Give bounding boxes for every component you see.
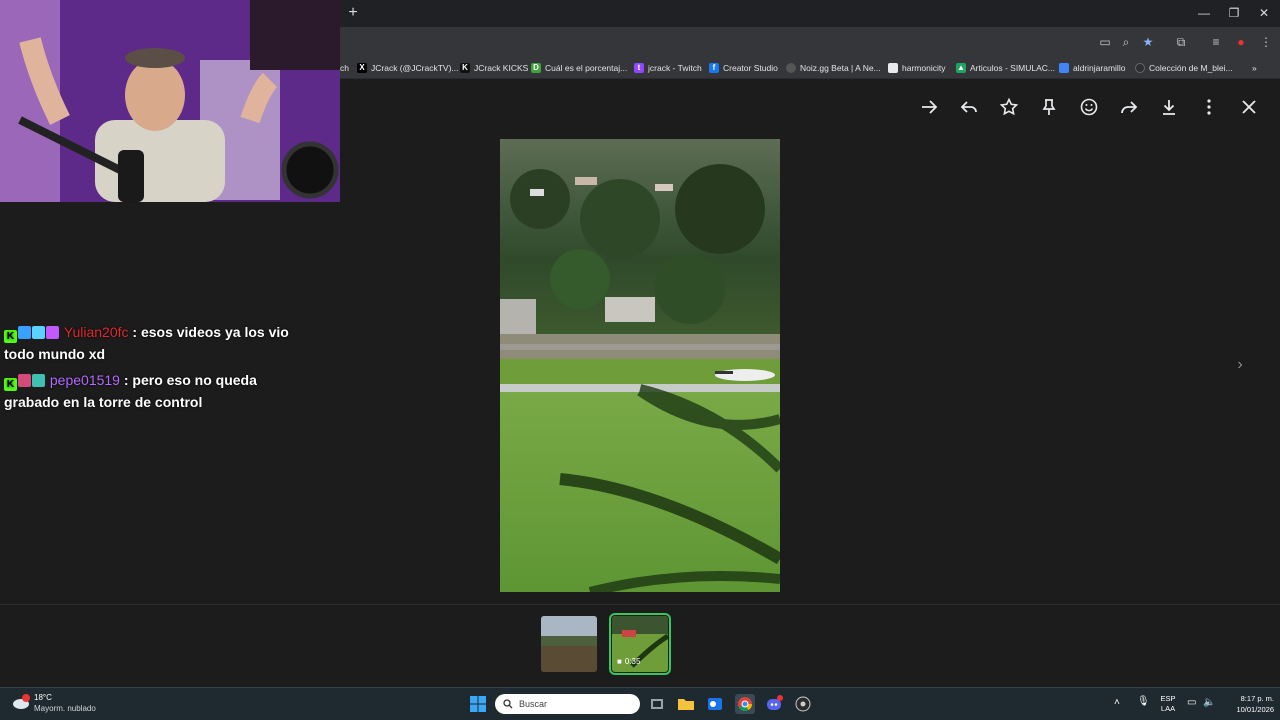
- taskbar-search-input[interactable]: Buscar: [495, 694, 640, 714]
- doc-icon: D: [531, 63, 541, 73]
- reply-icon[interactable]: [958, 96, 980, 118]
- bookmark-item[interactable]: D Cuál es el porcentaj...: [531, 60, 627, 76]
- close-icon[interactable]: [1238, 96, 1260, 118]
- facebook-icon: f: [709, 63, 719, 73]
- webcam-overlay: [0, 0, 340, 202]
- kick-badge-icon: K: [4, 378, 17, 391]
- video-camera-icon: ■: [617, 657, 622, 666]
- discord-icon[interactable]: [764, 694, 784, 714]
- weather-temperature[interactable]: 18°C: [34, 693, 52, 702]
- star-icon[interactable]: [998, 96, 1020, 118]
- search-icon: [503, 699, 513, 709]
- bookmark-item[interactable]: Colección de M_blei...: [1135, 60, 1233, 76]
- task-view-icon[interactable]: [647, 694, 667, 714]
- globe-icon: [1135, 63, 1145, 73]
- video-duration: ■ 0:35: [617, 657, 641, 666]
- zoom-icon[interactable]: ⌕: [1117, 33, 1135, 51]
- input-language[interactable]: ESP LAA: [1156, 694, 1180, 714]
- streamer-webcam-image: [0, 0, 340, 202]
- bookmark-item[interactable]: harmonicity: [888, 60, 945, 76]
- page-icon: [888, 63, 898, 73]
- file-explorer-icon[interactable]: [676, 694, 696, 714]
- display-icon[interactable]: ▭: [1187, 697, 1196, 708]
- more-bookmarks-button[interactable]: »: [1252, 60, 1257, 76]
- media-control-icon[interactable]: ≡: [1207, 33, 1225, 51]
- bookmark-item[interactable]: aldrinjaramillo: [1059, 60, 1125, 76]
- chat-username[interactable]: pepe01519: [50, 372, 120, 388]
- bookmark-item[interactable]: t jcrack - Twitch: [634, 60, 702, 76]
- bookmark-item[interactable]: K JCrack KICKS: [460, 60, 528, 76]
- sub-badge-icon: [18, 374, 31, 387]
- cube-badge-icon: [32, 326, 45, 339]
- extensions-icon[interactable]: ⧉: [1172, 33, 1190, 51]
- kick-badge-icon: K: [4, 330, 17, 343]
- bookmark-item[interactable]: Noiz.gg Beta | A Ne...: [786, 60, 881, 76]
- start-windows-icon[interactable]: [468, 694, 488, 714]
- share-icon[interactable]: [1118, 96, 1140, 118]
- volume-icon[interactable]: 🔈: [1203, 697, 1215, 708]
- forward-icon[interactable]: [918, 96, 940, 118]
- sub-badge-icon: [46, 326, 59, 339]
- video-player[interactable]: [500, 139, 780, 592]
- media-thumbnail[interactable]: [541, 616, 597, 672]
- kick-icon: K: [460, 63, 470, 73]
- runway-video-frame: [500, 139, 780, 592]
- tool-badge-icon: [18, 326, 31, 339]
- download-icon[interactable]: [1158, 96, 1180, 118]
- profile-icon[interactable]: ●: [1232, 33, 1250, 51]
- divider: [0, 604, 1280, 605]
- emoji-icon[interactable]: [1078, 96, 1100, 118]
- clock[interactable]: 8:17 p. m. 10/01/2026: [1222, 693, 1274, 715]
- weather-description[interactable]: Mayorm. nublado: [34, 704, 96, 713]
- dot-icon: [786, 63, 796, 73]
- minimize-button[interactable]: —: [1192, 4, 1216, 22]
- outlook-icon[interactable]: [705, 694, 725, 714]
- chat-username[interactable]: Yulian20fc: [64, 324, 129, 340]
- twitch-icon: t: [634, 63, 644, 73]
- bookmark-item[interactable]: f Creator Studio: [709, 60, 778, 76]
- chat-message: K Yulian20fc : esos videos ya los vio to…: [4, 321, 304, 365]
- pin-icon[interactable]: [1038, 96, 1060, 118]
- restore-button[interactable]: ❐: [1222, 4, 1246, 22]
- chrome-icon[interactable]: [735, 694, 755, 714]
- microphone-icon[interactable]: 🎙: [1137, 696, 1150, 707]
- chrome-menu-icon[interactable]: ⋮: [1257, 33, 1275, 51]
- more-icon[interactable]: [1198, 96, 1220, 118]
- chevron-up-icon[interactable]: ˄: [1114, 697, 1120, 708]
- install-app-icon[interactable]: ▭: [1096, 33, 1114, 51]
- bookmark-item[interactable]: ch: [340, 60, 349, 76]
- x-icon: X: [357, 63, 367, 73]
- window-close-button[interactable]: ✕: [1252, 4, 1276, 22]
- sheet-icon: [1059, 63, 1069, 73]
- cloud-weather-icon[interactable]: [12, 694, 30, 710]
- gift-badge-icon: [32, 374, 45, 387]
- bookmark-item[interactable]: X JCrack (@JCrackTV)...: [357, 60, 459, 76]
- drive-icon: ▲: [956, 63, 966, 73]
- new-tab-button[interactable]: +: [345, 4, 361, 22]
- next-media-arrow[interactable]: ›: [1232, 356, 1248, 376]
- obs-icon[interactable]: [793, 694, 813, 714]
- bookmark-item[interactable]: ▲ Articulos - SIMULAC...: [956, 60, 1055, 76]
- windows-taskbar: [0, 687, 1280, 720]
- bookmark-star-icon[interactable]: ★: [1139, 33, 1157, 51]
- chat-message: K pepe01519 : pero eso no queda grabado …: [4, 369, 304, 413]
